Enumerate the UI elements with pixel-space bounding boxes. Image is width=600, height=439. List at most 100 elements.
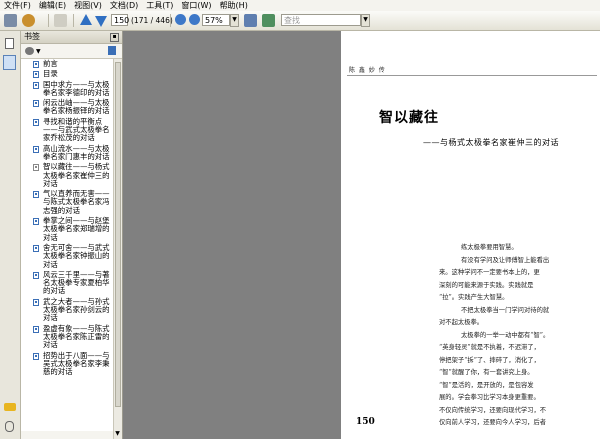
document-page[interactable]: 陈 鑫 妙 传 智以藏往 ——与杨式太极拳名家崔仲三的对话 练太极拳要用智慧。有… — [341, 31, 600, 439]
bookmark-icon — [33, 352, 39, 360]
next-page-icon[interactable] — [95, 16, 107, 27]
menu-help[interactable]: 帮助(H) — [216, 0, 252, 11]
search-input[interactable]: 查找 — [281, 14, 361, 26]
body-line: “智”就醒了你，有一套讲究上身。 — [439, 369, 534, 376]
bookmark-label: 拳掌之间——与赵堡太极拳名家郑瑞增的对话 — [43, 216, 110, 242]
bookmark-item[interactable]: 风云三千里——与著名太极拳专家夏柏华的对话 — [21, 269, 113, 296]
body-line: 仅向前人学习，还要向今人学习，后者 — [439, 419, 547, 426]
body-line: 不把太极拳当一门学问对待的就 — [461, 306, 550, 314]
previous-page-icon[interactable] — [80, 14, 92, 25]
bookmark-item[interactable]: 智以藏往——与杨式太极拳名家崔仲三的对话 — [21, 163, 113, 188]
zoom-out-icon[interactable] — [175, 14, 186, 25]
bookmark-label: 国中求方——与太极拳名家李德印的对话 — [43, 79, 110, 97]
scrollbar-thumb[interactable] — [115, 62, 121, 407]
bookmarks-tab-icon[interactable] — [3, 55, 16, 70]
bookmark-icon — [33, 100, 39, 108]
bookmark-icon — [33, 244, 39, 252]
new-bookmark-icon[interactable] — [108, 46, 116, 55]
body-line: 深刻的可能来源于实践。实践就是 — [439, 281, 534, 289]
attachments-icon[interactable] — [5, 421, 14, 432]
page-number: 150 — [356, 417, 375, 427]
fit-width-icon[interactable] — [244, 14, 257, 27]
zoom-dropdown-icon[interactable]: ▼ — [230, 14, 239, 27]
bookmark-label: 闲云出岫——与太极拳名家杨振铎的对话 — [43, 98, 110, 116]
bookmark-label: 高山流水——与太极拳名家门惠丰的对话 — [43, 143, 110, 161]
bookmark-icon — [33, 118, 39, 126]
body-line: 对不起太极拳。 — [439, 319, 484, 326]
print-icon[interactable] — [4, 14, 17, 27]
bookmark-icon — [33, 164, 39, 172]
menu-window[interactable]: 窗口(W) — [177, 0, 215, 11]
zoom-input[interactable]: 57% — [202, 14, 230, 26]
menu-document[interactable]: 文档(D) — [106, 0, 142, 11]
article-subtitle: ——与杨式太极拳名家崔仲三的对话 — [423, 138, 559, 147]
email-icon[interactable] — [22, 14, 35, 27]
bookmark-item[interactable]: 闲云出岫——与太极拳名家杨振铎的对话 — [21, 98, 113, 116]
bookmark-item[interactable]: 盈虚有象——与陈式太极拳名家陈正雷的对话 — [21, 323, 113, 350]
bookmark-label: 智以藏往——与杨式太极拳名家崔仲三的对话 — [43, 162, 110, 188]
options-icon[interactable] — [25, 47, 34, 55]
bookmarks-title: 书签 — [24, 32, 40, 41]
body-line: 不仅向传统学习，还要向现代学习，不 — [439, 406, 547, 414]
menu-view[interactable]: 视图(V) — [70, 0, 106, 11]
bookmark-label: 招势出于八面——与吴式太极拳名家李秉慈的对话 — [43, 350, 110, 377]
running-header: 陈 鑫 妙 传 — [349, 67, 386, 74]
menu-edit[interactable]: 编辑(E) — [35, 0, 70, 11]
fit-page-icon[interactable] — [262, 14, 275, 27]
bookmark-item[interactable]: 招势出于八面——与吴式太极拳名家李秉慈的对话 — [21, 350, 113, 377]
bookmark-item[interactable]: 拳掌之间——与赵堡太极拳名家郑瑞增的对话 — [21, 216, 113, 242]
bookmark-item[interactable]: 国中求方——与太极拳名家李德印的对话 — [21, 79, 113, 98]
panel-close-icon[interactable]: ▪ — [110, 33, 119, 42]
toolbar: 150 (171 / 446) 57% ▼ 查找 ▼ — [0, 11, 600, 31]
bookmark-icon — [33, 191, 39, 199]
bookmark-label: 盈虚有象——与陈式太极拳名家陈正雷的对话 — [43, 323, 110, 350]
menu-file[interactable]: 文件(F) — [0, 0, 35, 11]
bookmark-item[interactable]: 寻找和谐的平衡点——与武式太极拳名家乔松茂的对话 — [21, 116, 113, 143]
bookmark-label: 舍无可舍——与武式太极拳名家钟振山的对话 — [43, 242, 110, 269]
body-line: 太极拳的一举一动中都有“智”。 — [461, 331, 550, 339]
bookmark-icon — [33, 71, 39, 79]
pages-icon[interactable] — [5, 38, 14, 49]
bookmark-icon — [33, 218, 39, 226]
bookmark-icon — [33, 325, 39, 333]
bookmark-label: 前言 — [43, 59, 58, 68]
search-dropdown-icon[interactable]: ▼ — [361, 14, 370, 27]
bookmark-label: 风云三千里——与著名太极拳专家夏柏华的对话 — [43, 269, 110, 296]
bookmark-label: 武之大者——与孙式太极拳名家孙剑云的对话 — [43, 296, 110, 323]
bookmark-item[interactable]: 舍无可舍——与武式太极拳名家钟振山的对话 — [21, 242, 113, 269]
hand-tool-icon[interactable] — [54, 14, 67, 27]
body-line: “英身轻灵”就是不执着，不迟滞了， — [439, 344, 540, 351]
bookmarks-panel: 书签 ▪ ▼ 前言 目录 国中求方——与太极拳名家李德印的对话 闲云出岫——与太极拳名… — [21, 31, 123, 439]
bookmark-item[interactable]: 目录 — [21, 69, 113, 79]
bookmarks-list: 前言 目录 国中求方——与太极拳名家李德印的对话 闲云出岫——与太极拳名家杨振铎的对话… — [21, 59, 113, 431]
bookmarks-toolbar: ▼ — [21, 44, 122, 59]
article-body: 练太极拳要用智慧。 有没有学问及让师傅智上能看出 来。这种学问不一定要书本上的，更深… — [439, 242, 550, 430]
body-line: “智”是活的，是开放的，是包容发 — [439, 381, 534, 389]
bookmark-item[interactable]: 高山流水——与太极拳名家门惠丰的对话 — [21, 143, 113, 162]
bookmark-item[interactable]: 武之大者——与孙式太极拳名家孙剑云的对话 — [21, 296, 113, 323]
bookmark-icon — [33, 271, 39, 279]
document-background — [123, 31, 341, 439]
bookmark-item[interactable]: 气以直养而无害——与陈式太极拳名家冯志强的对话 — [21, 190, 113, 215]
page-count: (171 / 446) — [131, 16, 173, 25]
bookmark-icon — [33, 298, 39, 306]
zoom-in-icon[interactable] — [189, 14, 200, 25]
bookmark-label: 寻找和谐的平衡点——与武式太极拳名家乔松茂的对话 — [43, 116, 110, 143]
body-line: 来。这种学问不一定要书本上的，更 — [439, 269, 540, 276]
scroll-down-icon[interactable]: ▼ — [114, 430, 121, 437]
bookmark-label: 气以直养而无害——与陈式太极拳名家冯志强的对话 — [43, 189, 110, 215]
bookmarks-panel-header: 书签 ▪ — [21, 31, 122, 44]
header-rule — [347, 75, 597, 76]
body-line: “拉”。实践产生大智慧。 — [439, 294, 509, 301]
navigation-pane-bar — [0, 31, 21, 439]
bookmark-icon — [33, 61, 39, 68]
bookmark-item[interactable]: 前言 — [21, 59, 113, 68]
page-number-input[interactable]: 150 — [111, 14, 129, 26]
menu-tools[interactable]: 工具(T) — [142, 0, 177, 11]
options-dropdown-icon[interactable]: ▼ — [36, 48, 41, 55]
bookmark-label: 目录 — [43, 69, 58, 79]
bookmark-icon — [33, 145, 39, 153]
comments-icon[interactable] — [4, 403, 16, 411]
body-line: 有没有学问及让师傅智上能看出 — [461, 256, 550, 264]
bookmarks-scrollbar[interactable]: ▼ — [113, 59, 122, 439]
